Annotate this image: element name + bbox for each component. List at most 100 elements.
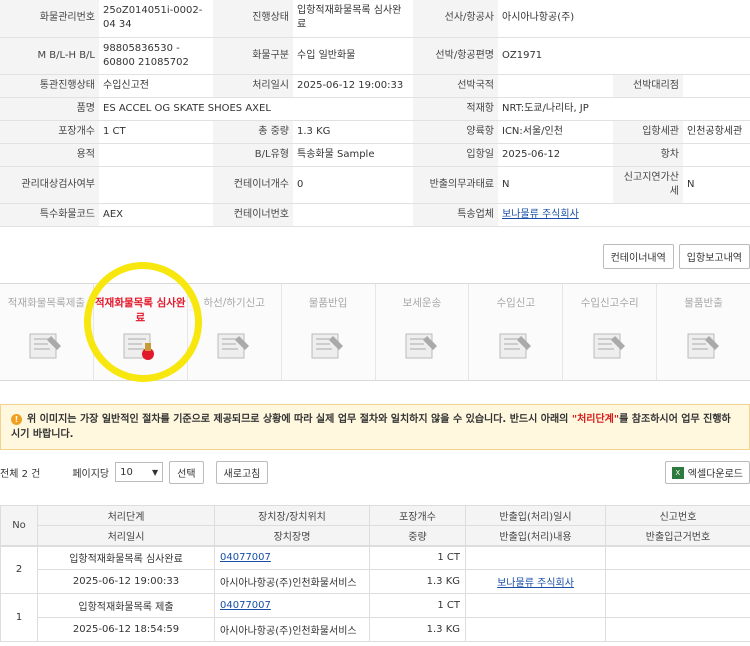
special-code-value: AEX xyxy=(99,203,213,227)
row-basis-no xyxy=(605,617,750,642)
excel-icon: X xyxy=(671,466,684,479)
row-step: 입항적재화물목록 심사완료 xyxy=(37,544,215,570)
table-row: 2 입항적재화물목록 심사완료 04077007 1 CT xyxy=(0,544,750,594)
location-link[interactable]: 04077007 xyxy=(220,552,271,563)
item-name-value: ES ACCEL OG SKATE SHOES AXEL xyxy=(99,97,413,121)
entry-date-value: 2025-06-12 xyxy=(498,143,613,167)
row-weight: 1.3 KG xyxy=(369,569,466,594)
container-no-value xyxy=(293,203,413,227)
step-label: 물품반출 xyxy=(684,297,723,309)
vessel-nation-label: 선박국적 xyxy=(413,74,498,98)
header-row: 처리일시 장치장명 중량 반출입(처리)내용 반출입근거번호 xyxy=(1,525,750,546)
vessel-nation-value xyxy=(498,74,613,98)
row-location: 04077007 xyxy=(214,544,370,570)
entry-customs-value: 인천공항세관 xyxy=(683,120,750,144)
row-report-no xyxy=(605,593,750,618)
total-weight-label: 총 중량 xyxy=(213,120,293,144)
table-row: 1 입항적재화물목록 제출 04077007 1 CT xyxy=(0,593,750,642)
info-row: 특수화물코드 AEX 컨테이너번호 특송업체 보나물류 주식회사 xyxy=(0,203,750,227)
release-penalty-value: N xyxy=(498,166,613,204)
bl-type-label: B/L유형 xyxy=(213,143,293,167)
row-basis-no xyxy=(605,569,750,594)
col-package: 포장개수 xyxy=(369,505,466,526)
package-count-value: 1 CT xyxy=(99,120,213,144)
step-5: 보세운송 xyxy=(376,284,470,380)
info-row: 화물관리번호 25oZ014051i-0002-04 34 진행상태 입항적재화… xyxy=(0,0,750,38)
col-weight: 중량 xyxy=(369,525,466,546)
cargo-type-label: 화물구분 xyxy=(213,37,293,75)
container-count-label: 컨테이너개수 xyxy=(213,166,293,204)
vessel-agent-value xyxy=(683,74,750,98)
excel-download-label: 엑셀다운로드 xyxy=(687,469,743,480)
row-location: 04077007 xyxy=(214,593,370,618)
process-time-label: 처리일시 xyxy=(213,74,293,98)
row-no: 2 xyxy=(0,544,38,594)
bl-value: 98805836530 - 60800 21085702 xyxy=(99,37,213,75)
inspection-value xyxy=(99,166,213,204)
bl-type-value: 특송화물 Sample xyxy=(293,143,413,167)
row-io-content: 보나물류 주식회사 xyxy=(465,569,606,594)
late-tax-value: N xyxy=(683,166,750,204)
step-8: 물품반출 xyxy=(657,284,750,380)
entry-customs-label: 입항세관 xyxy=(613,120,683,144)
entry-report-button[interactable]: 입항보고내역 xyxy=(678,244,750,269)
loading-port-value: NRT:도쿄/나리타, JP xyxy=(498,97,750,121)
table-row: 2025-06-12 19:00:33 아시아나항공(주)인천화물서비스 1.3… xyxy=(1,569,750,594)
special-code-label: 특수화물코드 xyxy=(0,203,99,227)
clipboard-icon xyxy=(215,328,253,364)
row-location-name: 아시아나항공(주)인천화물서비스 xyxy=(214,569,370,594)
item-name-label: 품명 xyxy=(0,97,99,121)
notice-box: ! 위 이미지는 가장 일반적인 절차를 기준으로 제공되므로 상황에 따라 실제… xyxy=(0,404,750,450)
notice-text-1: 위 이미지는 가장 일반적인 절차를 기준으로 제공되므로 상황에 따라 실제 … xyxy=(27,414,572,425)
col-no: No xyxy=(0,505,38,546)
row-location-name: 아시아나항공(주)인천화물서비스 xyxy=(214,617,370,642)
step-label: 수입신고 xyxy=(496,297,536,309)
info-row: 품명 ES ACCEL OG SKATE SHOES AXEL 적재항 NRT:… xyxy=(0,97,750,121)
per-page-select[interactable]: 10 ▼ xyxy=(115,462,164,482)
col-io-content: 반출입(처리)내용 xyxy=(465,525,606,546)
boxes-icon xyxy=(309,328,347,364)
flight-value: OZ1971 xyxy=(498,37,750,75)
step-label: 적재화물목록제출 xyxy=(7,297,86,309)
row-step: 입항적재화물목록 제출 xyxy=(37,593,215,618)
vessel-agent-label: 선박대리점 xyxy=(613,74,683,98)
step-3: 하선/하기신고 xyxy=(188,284,282,380)
detail-buttons: 컨테이너내역 입항보고내역 xyxy=(602,244,750,269)
location-link[interactable]: 04077007 xyxy=(220,600,271,611)
bl-label: M B/L-H B/L xyxy=(0,37,99,75)
carrier-value: 아시아나항공(주) xyxy=(498,0,750,38)
col-process-time: 처리일시 xyxy=(37,525,215,546)
chevron-down-icon: ▼ xyxy=(151,467,159,477)
refresh-button[interactable]: 새로고침 xyxy=(215,460,269,484)
info-row: 관리대상검사여부 컨테이너개수 0 반출의무과태료 N 신고지연가산세 N xyxy=(0,166,750,204)
step-7: 수입신고수리 xyxy=(563,284,658,380)
container-history-button[interactable]: 컨테이너내역 xyxy=(602,244,674,269)
process-time-value: 2025-06-12 19:00:33 xyxy=(293,74,413,98)
row-weight: 1.3 KG xyxy=(369,617,466,642)
courier-link[interactable]: 보나물류 주식회사 xyxy=(497,578,574,589)
total-weight-value: 1.3 KG xyxy=(293,120,413,144)
inspection-label: 관리대상검사여부 xyxy=(0,166,99,204)
unloading-port-label: 양륙항 xyxy=(413,120,498,144)
notice-highlight: "처리단계" xyxy=(571,414,620,425)
loading-port-label: 적재항 xyxy=(413,97,498,121)
cargo-no-value: 25oZ014051i-0002-04 34 xyxy=(99,0,213,38)
courier-link[interactable]: 보나물류 주식회사 xyxy=(502,209,579,220)
customs-status-label: 통관진행상태 xyxy=(0,74,99,98)
certificate-icon xyxy=(591,328,629,364)
warning-icon: ! xyxy=(11,413,22,425)
per-page-value: 10 xyxy=(120,466,133,478)
voyage-value xyxy=(683,143,750,167)
courier-value: 보나물류 주식회사 xyxy=(498,203,750,227)
excel-download-button[interactable]: X 엑셀다운로드 xyxy=(664,461,750,484)
info-row: M B/L-H B/L 98805836530 - 60800 21085702… xyxy=(0,37,750,75)
entry-date-label: 입항일 xyxy=(413,143,498,167)
row-io-time xyxy=(465,593,606,618)
select-button[interactable]: 선택 xyxy=(169,460,204,484)
carrier-label: 선사/항공사 xyxy=(413,0,498,38)
col-report-no: 신고번호 xyxy=(605,505,750,526)
step-label: 하선/하기신고 xyxy=(203,297,265,309)
step-label: 보세운송 xyxy=(402,297,442,309)
status-label: 진행상태 xyxy=(213,0,293,38)
unloading-port-value: ICN:서울/인천 xyxy=(498,120,613,144)
